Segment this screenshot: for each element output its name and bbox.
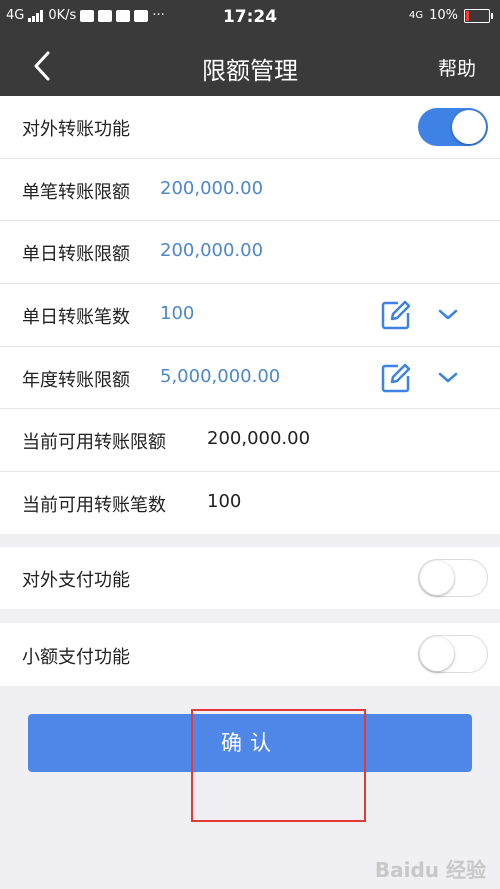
yearly-limit-label: 年度转账限额 bbox=[22, 370, 130, 391]
nav-bar: 限额管理 帮助 bbox=[0, 36, 500, 96]
edit-icon[interactable] bbox=[380, 362, 412, 394]
available-count-value: 100 bbox=[207, 491, 242, 512]
row-external-payment: 对外支付功能 bbox=[0, 547, 500, 609]
available-count-label: 当前可用转账笔数 bbox=[22, 495, 166, 516]
status-bar: 4G 0K/s ··· 17:24 4G 10% bbox=[0, 0, 500, 36]
row-available-count: 当前可用转账笔数 100 bbox=[0, 472, 500, 534]
edit-icon[interactable] bbox=[380, 299, 412, 331]
chevron-down-icon[interactable] bbox=[437, 308, 459, 322]
daily-limit-value: 200,000.00 bbox=[160, 240, 264, 261]
help-button[interactable]: 帮助 bbox=[438, 54, 476, 81]
status-right: 4G 10% bbox=[408, 8, 493, 23]
battery-percent: 10% bbox=[429, 8, 458, 23]
toggle-knob bbox=[420, 637, 454, 671]
micro-payment-toggle[interactable] bbox=[418, 635, 488, 673]
daily-limit-label: 单日转账限额 bbox=[22, 244, 130, 265]
network-type-right: 4G bbox=[408, 10, 424, 21]
single-limit-label: 单笔转账限额 bbox=[22, 182, 130, 203]
page-title: 限额管理 bbox=[202, 57, 298, 85]
external-transfer-label: 对外转账功能 bbox=[22, 119, 130, 140]
yearly-limit-value: 5,000,000.00 bbox=[160, 366, 281, 387]
toggle-knob bbox=[420, 561, 454, 595]
row-yearly-limit: 年度转账限额 5,000,000.00 bbox=[0, 347, 500, 408]
highlight-box bbox=[191, 709, 366, 822]
external-payment-toggle[interactable] bbox=[418, 559, 488, 597]
battery-icon bbox=[464, 8, 493, 23]
daily-count-value: 100 bbox=[160, 303, 195, 324]
available-limit-label: 当前可用转账限额 bbox=[22, 432, 166, 453]
row-daily-count: 单日转账笔数 100 bbox=[0, 284, 500, 346]
row-available-limit: 当前可用转账限额 200,000.00 bbox=[0, 409, 500, 471]
daily-count-label: 单日转账笔数 bbox=[22, 307, 130, 328]
external-payment-label: 对外支付功能 bbox=[22, 570, 130, 591]
micro-payment-label: 小额支付功能 bbox=[22, 647, 130, 668]
toggle-knob bbox=[452, 110, 486, 144]
row-single-limit: 单笔转账限额 200,000.00 bbox=[0, 159, 500, 220]
chevron-down-icon[interactable] bbox=[437, 371, 459, 385]
baidu-watermark: Baidu 经验 bbox=[374, 858, 486, 882]
row-daily-limit: 单日转账限额 200,000.00 bbox=[0, 221, 500, 283]
single-limit-value: 200,000.00 bbox=[160, 178, 264, 199]
row-micro-payment: 小额支付功能 bbox=[0, 623, 500, 686]
row-external-transfer: 对外转账功能 bbox=[0, 96, 500, 158]
external-transfer-toggle[interactable] bbox=[418, 108, 488, 146]
available-limit-value: 200,000.00 bbox=[207, 428, 311, 449]
